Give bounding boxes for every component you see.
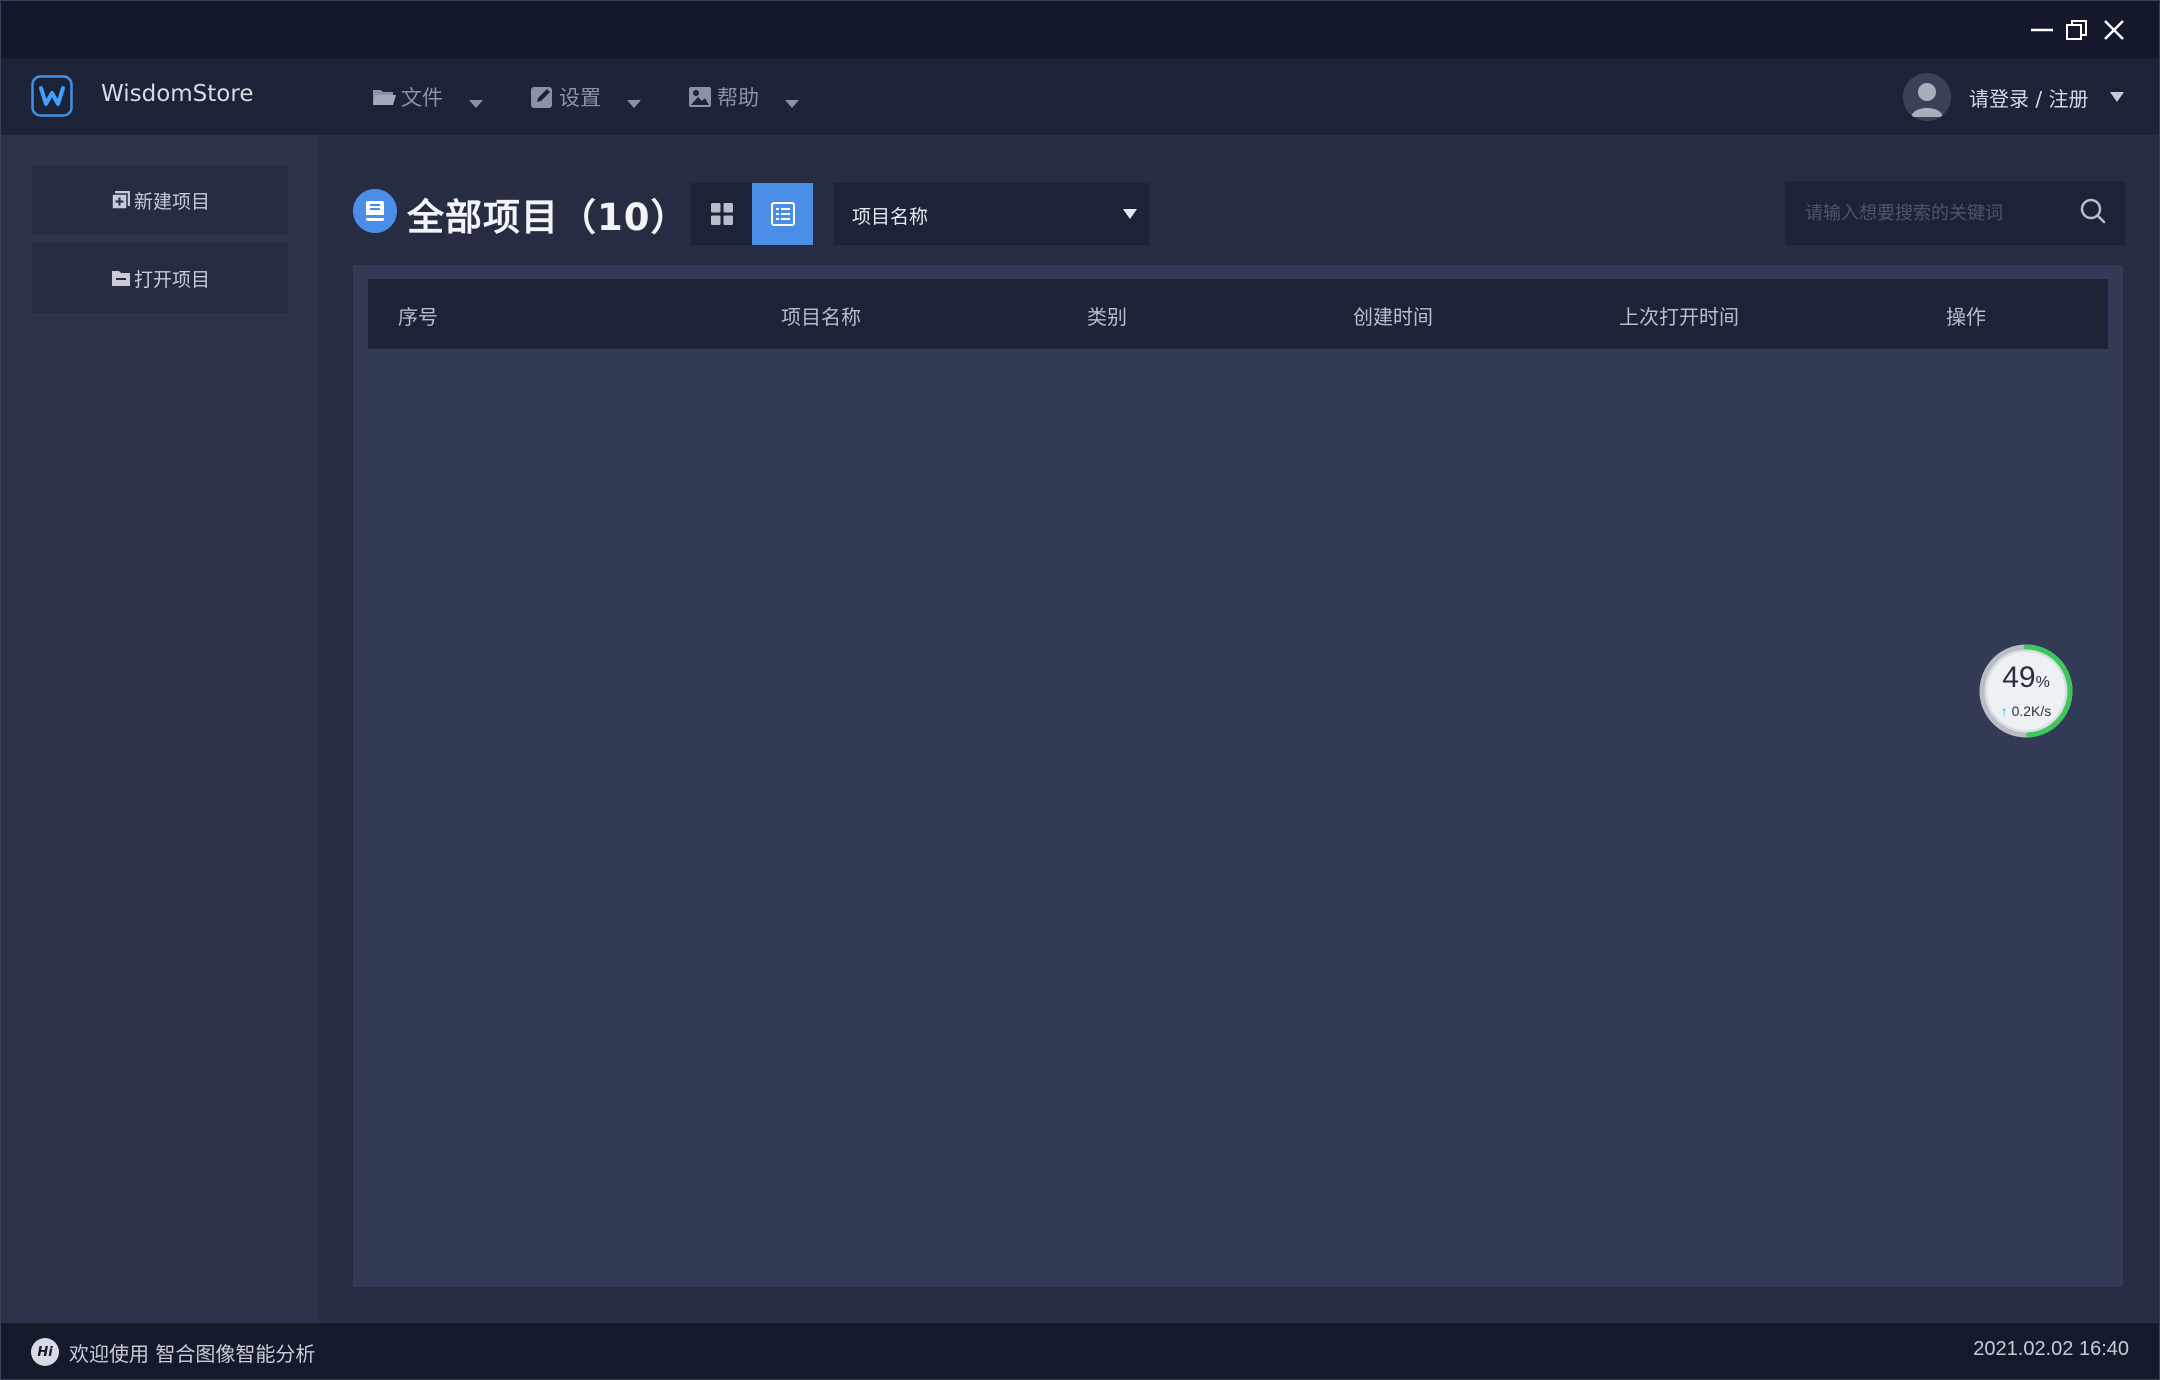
menu-file-label: 文件	[401, 86, 443, 110]
avatar	[1903, 73, 1951, 121]
restore-icon	[2066, 20, 2087, 40]
search-input[interactable]	[1785, 181, 2075, 245]
network-speed-widget[interactable]: 49% ↑ 0.2K/s	[1977, 642, 2075, 740]
minimize-button[interactable]	[2025, 13, 2059, 47]
image-icon	[689, 87, 711, 107]
usage-percent-unit: %	[2035, 674, 2050, 691]
open-project-button[interactable]: 打开项目	[32, 243, 288, 313]
menu-settings-label: 设置	[559, 86, 601, 110]
search-icon[interactable]	[2077, 195, 2109, 227]
menu-help[interactable]: 帮助	[687, 77, 799, 117]
restore-button[interactable]	[2060, 13, 2094, 47]
folder-icon	[373, 90, 396, 105]
chevron-down-icon	[1123, 209, 1137, 219]
projects-icon	[353, 189, 397, 233]
project-table-panel: 序号 项目名称 类别 创建时间 上次打开时间 操作	[353, 265, 2123, 1287]
minimize-icon	[2031, 28, 2053, 32]
user-icon	[1903, 73, 1951, 121]
open-folder-icon	[111, 271, 130, 286]
main-content: 全部项目（10） 项目名称 请输入想要搜索的关键词 序号 项目名称 类别 创建时…	[319, 135, 2159, 1323]
menu-settings[interactable]: 设置	[529, 77, 641, 117]
grid-view-button[interactable]	[691, 183, 752, 245]
chevron-down-icon	[2110, 92, 2125, 102]
chevron-down-icon	[627, 100, 641, 108]
column-header-category[interactable]: 类别	[1087, 301, 1127, 330]
title-bar	[1, 1, 2159, 59]
chevron-down-icon	[469, 100, 483, 108]
column-header-created-time[interactable]: 创建时间	[1353, 301, 1433, 330]
search-box	[1785, 181, 2125, 245]
upload-arrow-icon: ↑	[2000, 703, 2008, 719]
column-header-last-opened[interactable]: 上次打开时间	[1619, 301, 1739, 330]
menu-file[interactable]: 文件	[371, 77, 483, 117]
usage-percent-value: 49	[2002, 661, 2036, 694]
menu-bar: WisdomStore 文件 设置 帮助 请登录 / 注册	[1, 59, 2159, 135]
new-project-icon	[111, 191, 130, 210]
column-header-index[interactable]: 序号	[398, 301, 438, 330]
user-login-menu[interactable]: 请登录 / 注册	[1903, 73, 2125, 121]
page-title: 全部项目（10）	[407, 196, 689, 239]
new-project-button[interactable]: 新建项目	[32, 165, 288, 235]
sort-field-value: 项目名称	[852, 206, 929, 228]
menu-help-label: 帮助	[717, 86, 759, 110]
sidebar: 新建项目 打开项目	[1, 135, 319, 1323]
status-bar: Hi 欢迎使用 智合图像智能分析 2021.02.02 16:40	[1, 1323, 2159, 1379]
column-header-actions: 操作	[1946, 305, 1986, 329]
close-icon	[2104, 20, 2124, 40]
table-header: 序号 项目名称 类别 创建时间 上次打开时间 操作	[368, 279, 2108, 349]
status-datetime: 2021.02.02 16:40	[1973, 1338, 2129, 1360]
chevron-down-icon	[785, 100, 799, 108]
list-view-button[interactable]	[752, 183, 813, 245]
login-register-link[interactable]: 请登录 / 注册	[1969, 83, 2088, 112]
hi-badge-icon: Hi	[31, 1338, 59, 1366]
usage-percent: 49%	[1977, 661, 2075, 695]
sort-field-select[interactable]: 项目名称	[834, 183, 1149, 245]
network-speed-value: 0.2K/s	[2011, 703, 2052, 719]
app-name: WisdomStore	[101, 81, 254, 107]
app-logo-icon	[31, 75, 73, 117]
grid-icon	[710, 203, 733, 225]
close-button[interactable]	[2097, 13, 2131, 47]
view-mode-toggle	[691, 183, 813, 245]
welcome-message: 欢迎使用 智合图像智能分析	[69, 1342, 316, 1366]
open-project-label: 打开项目	[133, 268, 210, 291]
app-window: WisdomStore 文件 设置 帮助 请登录 / 注册 新建项目 打开项目 …	[0, 0, 2160, 1380]
edit-icon	[531, 87, 552, 108]
column-header-project-name[interactable]: 项目名称	[781, 301, 861, 330]
new-project-label: 新建项目	[133, 190, 210, 213]
network-speed: ↑ 0.2K/s	[1977, 703, 2075, 719]
list-icon	[770, 202, 795, 226]
